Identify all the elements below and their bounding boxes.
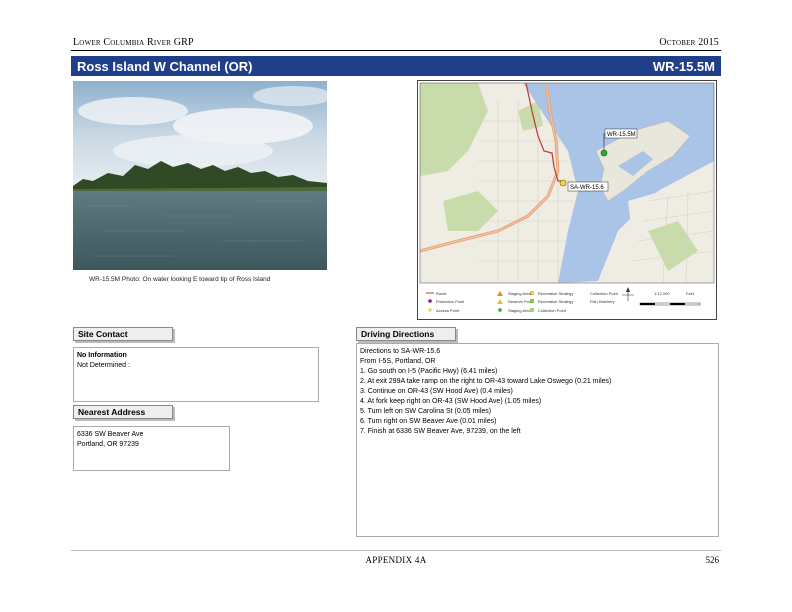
legend-item-recreation-strategy: Recreation Strategy: [538, 291, 573, 296]
map-legend: Route Protection Point Access Point Stag…: [426, 287, 701, 313]
legend-item-collection-point-2: Collection Point: [590, 291, 619, 296]
legend-item-staging-area-2: Staging Area: [508, 308, 532, 313]
directions-step: 2. At exit 299A take ramp on the right t…: [360, 378, 612, 385]
directions-step: 1. Go south on I-5 (Pacific Hwy) (6.41 m…: [360, 368, 498, 375]
site-contact-box: No Information Not Determined :: [73, 347, 319, 402]
directions-step: 5. Turn left on SW Carolina St (0.05 mil…: [360, 408, 492, 415]
site-photo: [73, 81, 327, 270]
nearest-address-box: 6336 SW Beaver Ave Portland, OR 97239: [73, 426, 230, 471]
legend-item-staging-area: Staging Area: [508, 291, 532, 296]
directions-step: 7. Finish at 6336 SW Beaver Ave, 97239, …: [360, 428, 521, 435]
site-map: WR-15.5M SA-WR-15.6 Route Protection Poi…: [417, 80, 717, 320]
site-contact-line2: Not Determined :: [77, 362, 130, 369]
site-contact-label: Site Contact: [73, 327, 173, 341]
site-map-image: WR-15.5M SA-WR-15.6 Route Protection Poi…: [419, 82, 715, 313]
map-scale-bar: [639, 302, 701, 306]
directions-step: 3. Continue on OR-43 (SW Hood Ave) (0.4 …: [360, 388, 513, 395]
nearest-address-label: Nearest Address: [73, 405, 173, 419]
directions-step: 6. Turn right on SW Beaver Ave (0.01 mil…: [360, 418, 497, 425]
site-photo-image: [73, 81, 327, 270]
scale-note: 1:12,000: [654, 291, 670, 296]
legend-item-protection-point: Protection Point: [436, 299, 465, 304]
map-staging-label: SA-WR-15.6: [570, 185, 604, 191]
address-line1: 6336 SW Beaver Ave: [77, 431, 144, 438]
scale-units: Feet: [686, 291, 695, 296]
site-contact-line1: No Information: [77, 352, 127, 359]
legend-item-recreation-strategy-2: Recreation Strategy: [538, 299, 573, 304]
directions-step: 4. At fork keep right on OR-43 (SW Hood …: [360, 398, 542, 405]
legend-item-access-point: Access Point: [436, 308, 460, 313]
legend-item-collection-point: Collection Point: [538, 308, 567, 313]
footer-divider: [71, 550, 721, 551]
site-code: WR-15.5M: [652, 58, 715, 74]
directions-line: From I-5S, Portland, OR: [360, 358, 436, 365]
document-header-left: Lower Columbia River GRP: [73, 37, 194, 48]
site-title-bar: Ross Island W Channel (OR) WR-15.5M: [71, 56, 721, 76]
photo-caption: WR-15.5M Photo: On water looking E towar…: [89, 276, 271, 283]
driving-directions-box: Directions to SA-WR-15.6 From I-5S, Port…: [356, 343, 719, 537]
page-number: 526: [705, 555, 720, 565]
north-arrow-icon: [622, 287, 634, 301]
header-divider: [71, 50, 721, 51]
footer-appendix: APPENDIX 4A: [365, 555, 427, 565]
site-name: Ross Island W Channel (OR): [77, 58, 253, 74]
map-site-label: WR-15.5M: [607, 132, 636, 138]
directions-line: Directions to SA-WR-15.6: [360, 348, 441, 355]
address-line2: Portland, OR 97239: [77, 441, 139, 448]
legend-item-route: Route: [436, 291, 447, 296]
driving-directions-label: Driving Directions: [356, 327, 456, 341]
document-header-date: October 2015: [659, 37, 719, 48]
legend-item-fish-hatchery: Fish Hatchery: [590, 299, 615, 304]
